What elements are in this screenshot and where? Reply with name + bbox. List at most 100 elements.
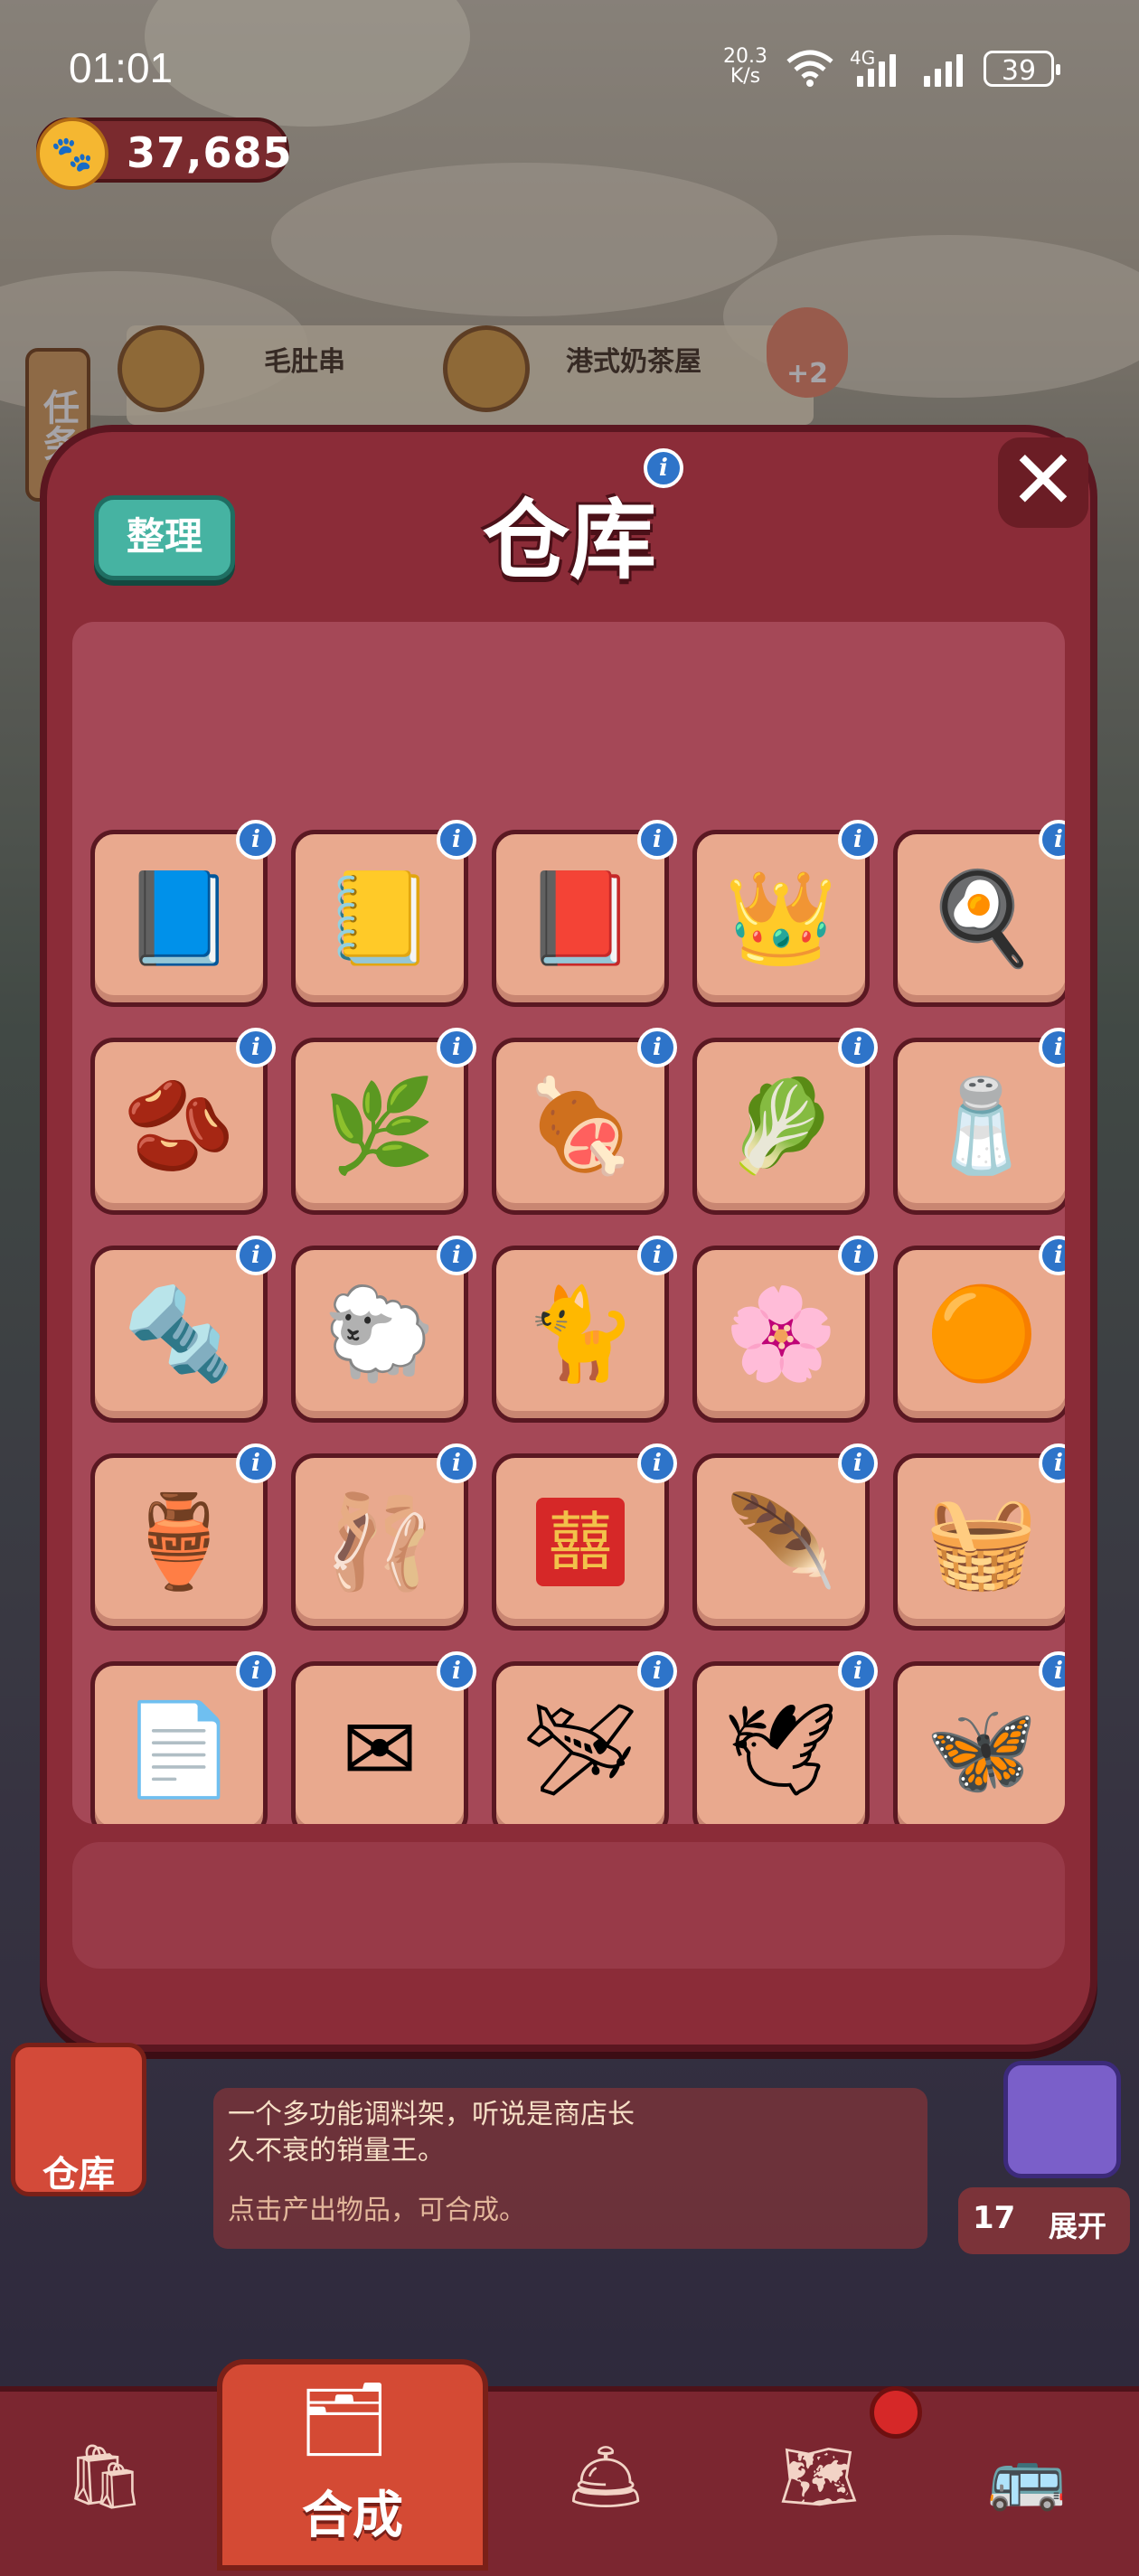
item-info-icon[interactable]: i <box>838 1236 878 1275</box>
sheep-icon: 🐑 <box>323 1281 437 1387</box>
flower-wreath-icon: 🌸 <box>724 1281 838 1387</box>
warehouse-modal: 📘 i 📒 i 📕 i 👑 i 🍳 i 🫘 i 🌿 i 🍖 i 🥬 i 🧂 i 🔩 i 🐑 i 🐈 i 🌸 i 🟠 i 🏺 i 🩰 i 囍 i 🪶 i 🧺 i… <box>40 425 1097 2052</box>
item-info-icon[interactable]: i <box>637 820 677 860</box>
item-slot-paper-crane[interactable]: 🕊 i <box>692 1651 878 1824</box>
battery-icon: 39 <box>984 51 1060 87</box>
title-info-icon[interactable]: i <box>644 448 683 488</box>
item-info-icon[interactable]: i <box>1039 820 1065 860</box>
item-info-icon[interactable]: i <box>236 820 276 860</box>
item-slot-bear-notebook[interactable]: 📒 i <box>291 820 476 1007</box>
porcelain-charm-icon: 🏺 <box>122 1489 236 1594</box>
chest-icon[interactable] <box>1003 2061 1121 2178</box>
item-slot-dreamcatcher[interactable]: 🪶 i <box>692 1443 878 1631</box>
herbs-board-icon: 🌿 <box>323 1073 437 1179</box>
status-bar: 01:01 20.3 K/s 4G 39 <box>0 0 1139 136</box>
nav-shop-tab[interactable]: 🛍 <box>60 2431 150 2522</box>
item-slot-sheep[interactable]: 🐑 i <box>291 1236 476 1423</box>
greens-board-icon: 🥬 <box>724 1073 838 1179</box>
nav-map-tab[interactable]: 🗺 <box>774 2431 864 2522</box>
dancer-music-box-icon: 🩰 <box>323 1489 437 1594</box>
item-slot-porcelain-charm[interactable]: 🏺 i <box>90 1443 276 1631</box>
bear-notebook-icon: 📒 <box>323 865 437 971</box>
item-info-icon[interactable]: i <box>637 1651 677 1691</box>
item-info-icon[interactable]: i <box>437 1236 476 1275</box>
paper-crane-icon: 🕊 <box>723 1697 839 1802</box>
spice-rack-icon: 🧺 <box>925 1489 1039 1594</box>
item-slot-herbs-board[interactable]: 🌿 i <box>291 1028 476 1215</box>
minced-meat-plate-icon: 🍖 <box>523 1073 637 1179</box>
item-slot-dancer-music-box[interactable]: 🩰 i <box>291 1443 476 1631</box>
item-slot-pea-dish[interactable]: 🍳 i <box>893 820 1065 1007</box>
double-happiness-icon: 囍 <box>536 1498 625 1586</box>
nav-merge-label: 合成 <box>302 2487 403 2545</box>
item-grid-panel[interactable]: 📘 i 📒 i 📕 i 👑 i 🍳 i 🫘 i 🌿 i 🍖 i 🥬 i 🧂 i 🔩 i 🐑 i 🐈 i 🌸 i 🟠 i 🏺 i 🩰 i 囍 i 🪶 i 🧺 i… <box>72 622 1065 1824</box>
item-slot-greens-board[interactable]: 🥬 i <box>692 1028 878 1215</box>
clock: 01:01 <box>69 44 174 91</box>
item-slot-sun-notebook[interactable]: 📘 i <box>90 820 276 1007</box>
notification-dot <box>870 2386 922 2439</box>
item-info-icon[interactable]: i <box>1039 1028 1065 1067</box>
warehouse-button[interactable]: 仓库 <box>11 2043 146 2196</box>
item-slot-jade-cat[interactable]: 🐈 i <box>492 1236 677 1423</box>
item-info-icon[interactable]: i <box>236 1236 276 1275</box>
crumpled-paper-icon: 📄 <box>122 1697 236 1802</box>
item-slot-paper-envelope[interactable]: ✉ i <box>291 1651 476 1824</box>
item-slot-crumpled-paper[interactable]: 📄 i <box>90 1651 276 1824</box>
paper-plane-icon: 🛩 <box>522 1697 638 1802</box>
item-slot-beans-on-paper[interactable]: 🫘 i <box>90 1028 276 1215</box>
item-slot-paper-plane[interactable]: 🛩 i <box>492 1651 677 1824</box>
modal-footer <box>72 1842 1065 1969</box>
amber-drop-icon: 🟠 <box>925 1281 1039 1387</box>
expand-button[interactable]: 17 展开 <box>958 2187 1130 2254</box>
item-slot-purple-butterfly[interactable]: 🦋 i <box>893 1651 1065 1824</box>
currency-counter[interactable]: 🐾 37,685 <box>36 118 292 190</box>
item-slot-star-book[interactable]: 📕 i <box>492 820 677 1007</box>
nav-bus-tab[interactable]: 🚌 <box>982 2431 1072 2522</box>
item-info-icon[interactable]: i <box>1039 1443 1065 1483</box>
map-pin-icon: 🗺 <box>778 2439 860 2514</box>
close-button[interactable]: ✕ <box>998 437 1088 528</box>
item-info-icon[interactable]: i <box>437 1651 476 1691</box>
item-info-icon[interactable]: i <box>838 1028 878 1067</box>
item-slot-rolling-pin[interactable]: 🔩 i <box>90 1236 276 1423</box>
item-info-icon[interactable]: i <box>637 1443 677 1483</box>
currency-amount: 37,685 <box>127 128 293 177</box>
salt-pile-icon: 🧂 <box>925 1073 1039 1179</box>
bus-icon: 🚌 <box>987 2439 1067 2514</box>
pea-dish-icon: 🍳 <box>925 865 1039 971</box>
item-info-icon[interactable]: i <box>236 1651 276 1691</box>
expand-label: 展开 <box>1049 2209 1107 2243</box>
item-info-icon[interactable]: i <box>838 820 878 860</box>
item-slot-amber-drop[interactable]: 🟠 i <box>893 1236 1065 1423</box>
item-info-icon[interactable]: i <box>637 1028 677 1067</box>
item-info-icon[interactable]: i <box>1039 1651 1065 1691</box>
item-slot-salt-pile[interactable]: 🧂 i <box>893 1028 1065 1215</box>
item-hint: 点击产出物品，可合成。 <box>228 2195 526 2226</box>
item-info-icon[interactable]: i <box>437 820 476 860</box>
item-info-icon[interactable]: i <box>437 1443 476 1483</box>
item-info-icon[interactable]: i <box>838 1443 878 1483</box>
item-info-icon[interactable]: i <box>637 1236 677 1275</box>
golden-chef-hat-icon: 👑 <box>724 865 838 971</box>
item-slot-minced-meat-plate[interactable]: 🍖 i <box>492 1028 677 1215</box>
item-slot-spice-rack[interactable]: 🧺 i <box>893 1443 1065 1631</box>
item-slot-flower-wreath[interactable]: 🌸 i <box>692 1236 878 1423</box>
item-slot-double-happiness[interactable]: 囍i <box>492 1443 677 1631</box>
net-speed: 20.3 K/s <box>723 47 767 87</box>
beans-on-paper-icon: 🫘 <box>122 1073 236 1179</box>
item-info-icon[interactable]: i <box>838 1651 878 1691</box>
bell-cloche-icon: 🛎 <box>565 2439 646 2514</box>
item-info-icon[interactable]: i <box>236 1028 276 1067</box>
item-info-icon[interactable]: i <box>236 1443 276 1483</box>
shopping-bag-icon: 🛍 <box>64 2439 146 2514</box>
signal-icon-2 <box>924 54 963 87</box>
item-info-icon[interactable]: i <box>437 1028 476 1067</box>
sun-notebook-icon: 📘 <box>122 865 236 971</box>
item-slot-golden-chef-hat[interactable]: 👑 i <box>692 820 878 1007</box>
item-info-icon[interactable]: i <box>1039 1236 1065 1275</box>
nav-service-tab[interactable]: 🛎 <box>560 2431 651 2522</box>
net-speed-value: 20.3 <box>723 45 767 68</box>
net-speed-unit: K/s <box>730 65 761 88</box>
sort-button[interactable]: 整理 <box>94 495 235 580</box>
paw-icon: 🐾 <box>36 118 108 190</box>
